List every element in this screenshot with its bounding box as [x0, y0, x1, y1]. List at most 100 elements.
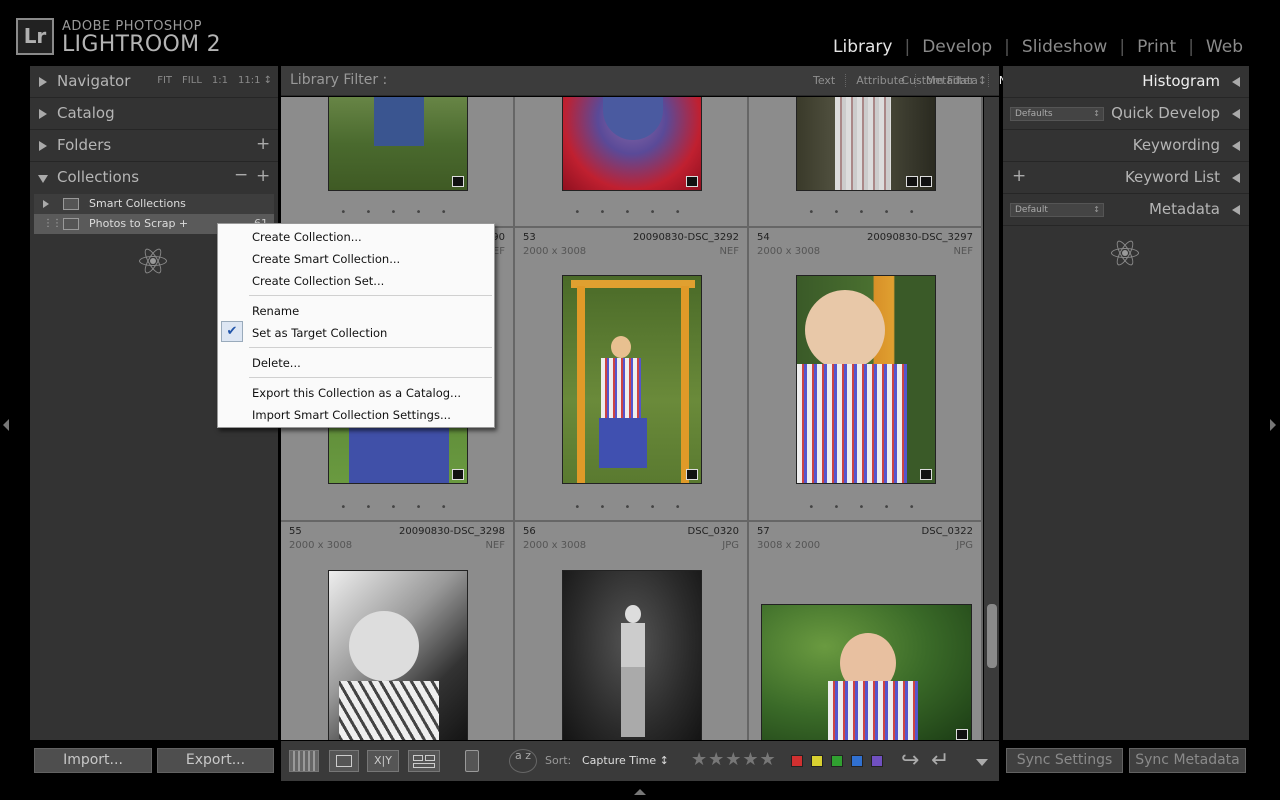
collection-label: Photos to Scrap +	[89, 217, 189, 230]
collection-context-menu: Create Collection... Create Smart Collec…	[217, 223, 495, 428]
grid-view-icon[interactable]	[289, 750, 319, 772]
menu-export-collection-as-catalog[interactable]: Export this Collection as a Catalog...	[252, 383, 461, 403]
left-panel-toggle[interactable]	[3, 419, 9, 431]
metadata-preset-select[interactable]: Default ↕	[1010, 203, 1104, 217]
module-library[interactable]: Library	[832, 37, 893, 57]
menu-import-smart-collection-settings[interactable]: Import Smart Collection Settings...	[252, 405, 451, 425]
bottom-panel-toggle[interactable]	[634, 789, 646, 795]
photo-thumbnail[interactable]	[328, 570, 468, 740]
navigator-zoom-options: FIT FILL 1:1 11:1 ↕	[157, 75, 272, 86]
histogram-label: Histogram	[1142, 72, 1220, 90]
right-panel-toggle[interactable]	[1270, 419, 1276, 431]
photo-thumbnail[interactable]	[562, 275, 702, 484]
color-label-green[interactable]	[831, 755, 843, 767]
rating-dots[interactable]: • • • • •	[749, 502, 982, 513]
photo-thumbnail[interactable]	[796, 275, 936, 484]
rating-dots[interactable]: • • • • •	[749, 207, 982, 218]
quick-develop-preset-select[interactable]: Defaults ↕	[1010, 107, 1104, 121]
color-label-purple[interactable]	[871, 755, 883, 767]
module-slideshow[interactable]: Slideshow	[1021, 37, 1108, 57]
zoom-fill[interactable]: FILL	[182, 75, 202, 86]
loupe-view-icon[interactable]	[329, 750, 359, 772]
add-collection-icon[interactable]: +	[256, 166, 270, 186]
grid-cell[interactable]: 56 DSC_0320 2000 x 3008 JPG	[515, 522, 748, 740]
lr-logo: Lr	[16, 18, 54, 55]
menu-set-as-target-collection[interactable]: Set as Target Collection	[252, 323, 387, 343]
brand-line2: LIGHTROOM 2	[62, 32, 221, 57]
sort-label: Sort:	[545, 754, 572, 767]
keywording-header[interactable]: Keywording	[1003, 130, 1249, 162]
zoom-fit[interactable]: FIT	[157, 75, 172, 86]
folders-header[interactable]: Folders +	[30, 130, 278, 162]
filter-text[interactable]: Text	[803, 74, 845, 87]
photo-filename: DSC_0320	[687, 526, 739, 537]
keyword-list-header[interactable]: + Keyword List	[1003, 162, 1249, 194]
metadata-header[interactable]: Default ↕ Metadata	[1003, 194, 1249, 226]
sort-direction-icon[interactable]: a z	[509, 749, 537, 773]
menu-rename[interactable]: Rename	[252, 301, 299, 321]
toolbar-menu-chevron-down-icon[interactable]	[976, 759, 988, 766]
painter-spray-icon[interactable]	[465, 750, 479, 772]
module-print[interactable]: Print	[1136, 37, 1177, 57]
grid-cell[interactable]: 53 20090830-DSC_3292 2000 x 3008 NEF • •…	[515, 228, 748, 521]
menu-delete[interactable]: Delete...	[252, 353, 301, 373]
grid-cell[interactable]: • • • • •	[749, 97, 982, 227]
menu-create-collection-set[interactable]: Create Collection Set...	[252, 271, 384, 291]
add-folder-icon[interactable]: +	[256, 134, 270, 154]
compare-view-icon[interactable]: X|Y	[367, 750, 399, 772]
collection-smart-collections[interactable]: Smart Collections	[34, 194, 274, 214]
export-button[interactable]: Export...	[157, 748, 274, 773]
rating-dots[interactable]: • • • • •	[281, 207, 514, 218]
zoom-1-1[interactable]: 1:1	[212, 75, 228, 86]
menu-create-collection[interactable]: Create Collection...	[252, 227, 362, 247]
photo-dimensions: 3008 x 2000	[757, 540, 821, 551]
color-label-blue[interactable]	[851, 755, 863, 767]
collapse-triangle-icon	[38, 175, 48, 183]
photo-dimensions: 2000 x 3008	[757, 246, 821, 257]
updown-icon: ↕	[1093, 205, 1100, 214]
rating-dots[interactable]: • • • • •	[281, 502, 514, 513]
expand-triangle-icon	[1232, 141, 1240, 151]
rotate-left-icon[interactable]: ↪	[901, 748, 919, 773]
quick-develop-header[interactable]: Defaults ↕ Quick Develop	[1003, 98, 1249, 130]
grid-cell[interactable]: • • • • •	[281, 97, 514, 227]
rating-dots[interactable]: • • • • •	[515, 207, 748, 218]
zoom-custom[interactable]: 11:1 ↕	[238, 75, 272, 86]
photo-thumbnail[interactable]	[761, 604, 972, 740]
photo-format: JPG	[956, 540, 973, 551]
catalog-header[interactable]: Catalog	[30, 98, 278, 130]
grid-cell[interactable]: 57 DSC_0322 3008 x 2000 JPG	[749, 522, 982, 740]
grid-cell[interactable]: 54 20090830-DSC_3297 2000 x 3008 NEF • •…	[749, 228, 982, 521]
add-keyword-icon[interactable]: +	[1012, 166, 1026, 186]
color-label-yellow[interactable]	[811, 755, 823, 767]
custom-filter-select[interactable]: Custom Filter ↕	[901, 74, 987, 87]
sync-metadata-button[interactable]: Sync Metadata	[1129, 748, 1246, 773]
sync-settings-button[interactable]: Sync Settings	[1006, 748, 1123, 773]
drag-handle-icon: ⋮⋮	[43, 218, 62, 229]
survey-view-icon[interactable]	[408, 750, 440, 772]
collections-header[interactable]: Collections − +	[30, 162, 278, 194]
grid-cell[interactable]: 55 20090830-DSC_3298 2000 x 3008 NEF	[281, 522, 514, 740]
photo-thumbnail[interactable]	[796, 97, 936, 191]
histogram-header[interactable]: Histogram	[1003, 66, 1249, 98]
edit-badge-icon	[956, 729, 968, 740]
rating-dots[interactable]: • • • • •	[515, 502, 748, 513]
module-web[interactable]: Web	[1205, 37, 1244, 57]
import-button[interactable]: Import...	[34, 748, 152, 773]
rating-stars[interactable]: ★★★★★	[691, 749, 777, 770]
navigator-header[interactable]: Navigator FIT FILL 1:1 11:1 ↕	[30, 66, 278, 98]
color-label-red[interactable]	[791, 755, 803, 767]
photo-thumbnail[interactable]	[328, 97, 468, 191]
grid-scrollbar-thumb[interactable]	[987, 604, 997, 668]
photo-thumbnail[interactable]	[562, 97, 702, 191]
rotate-right-icon[interactable]: ↵	[931, 748, 949, 773]
quick-develop-label: Quick Develop	[1111, 104, 1220, 122]
sort-select[interactable]: Capture Time ↕	[582, 754, 669, 767]
photo-thumbnail[interactable]	[562, 570, 702, 740]
navigator-label: Navigator	[57, 72, 131, 90]
remove-collection-icon[interactable]: −	[234, 165, 248, 185]
photo-dimensions: 2000 x 3008	[523, 540, 587, 551]
menu-create-smart-collection[interactable]: Create Smart Collection...	[252, 249, 400, 269]
grid-cell[interactable]: • • • • •	[515, 97, 748, 227]
module-develop[interactable]: Develop	[921, 37, 993, 57]
